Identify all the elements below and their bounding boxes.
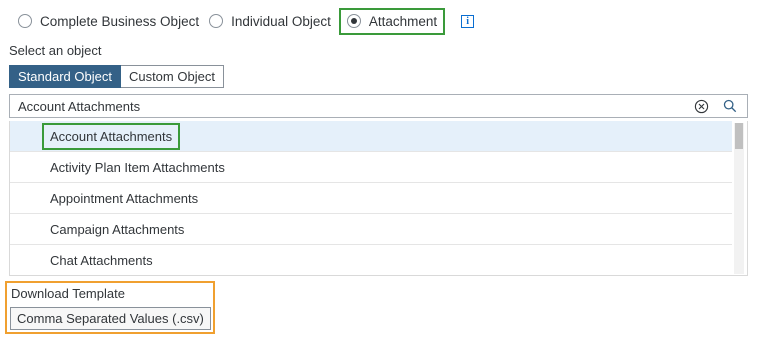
custom-object-button[interactable]: Custom Object	[120, 65, 224, 88]
search-icon[interactable]	[723, 99, 737, 113]
download-template-section: Download Template Comma Separated Values…	[5, 281, 215, 334]
object-search-field	[9, 94, 748, 118]
list-item[interactable]: Appointment Attachments	[10, 183, 732, 214]
standard-object-button[interactable]: Standard Object	[9, 65, 121, 88]
clear-icon[interactable]	[694, 99, 709, 114]
radio-individual-object[interactable]: Individual Object	[209, 14, 331, 29]
radio-circle-icon[interactable]	[209, 14, 224, 28]
list-item-label: Activity Plan Item Attachments	[50, 159, 225, 175]
download-template-label: Download Template	[11, 286, 125, 301]
list-item-label: Account Attachments	[42, 122, 181, 150]
radio-label: Individual Object	[231, 13, 331, 29]
list-item[interactable]: Account Attachments	[10, 121, 732, 152]
radio-complete-business-object[interactable]: Complete Business Object	[18, 14, 199, 29]
object-list: Account Attachments Activity Plan Item A…	[9, 121, 748, 276]
select-object-label: Select an object	[9, 43, 102, 58]
object-source-segmented-button: Standard Object Custom Object	[9, 65, 224, 88]
radio-checked-icon[interactable]	[346, 14, 361, 28]
list-item[interactable]: Activity Plan Item Attachments	[10, 152, 732, 183]
list-item-label: Chat Attachments	[50, 252, 153, 268]
list-item-label: Appointment Attachments	[50, 190, 199, 206]
scrollbar-thumb[interactable]	[735, 123, 743, 149]
radio-circle-icon[interactable]	[18, 14, 32, 28]
list-scrollbar[interactable]	[734, 123, 744, 274]
list-item[interactable]: Campaign Attachments	[10, 214, 732, 245]
info-icon[interactable]: i	[461, 14, 475, 28]
list-item-label: Campaign Attachments	[50, 221, 185, 237]
download-csv-button[interactable]: Comma Separated Values (.csv)	[10, 307, 211, 330]
radio-label: Attachment	[368, 13, 438, 29]
object-type-radio-group: Complete Business Object Individual Obje…	[18, 6, 475, 36]
radio-label: Complete Business Object	[40, 13, 200, 29]
radio-attachment[interactable]: Attachment	[338, 7, 446, 35]
search-input[interactable]	[10, 98, 694, 114]
list-item[interactable]: Chat Attachments	[10, 245, 732, 275]
